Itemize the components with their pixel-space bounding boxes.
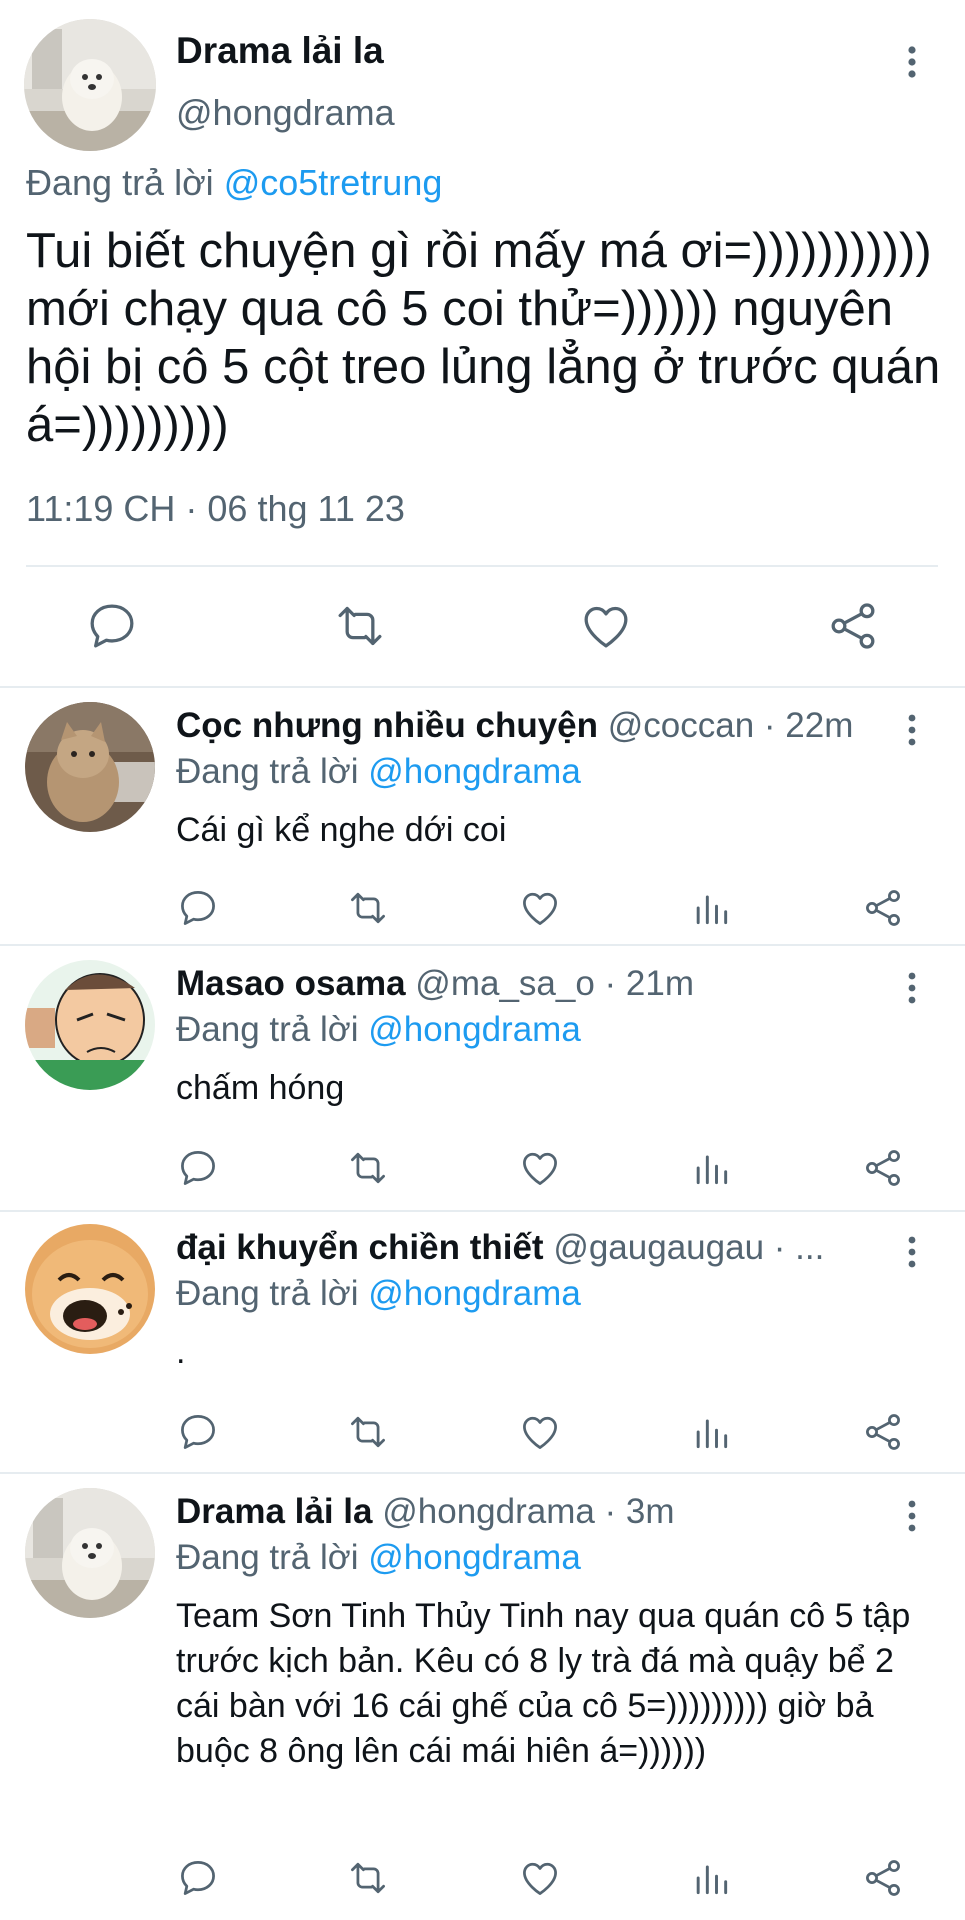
reply-header: Drama lải la @hongdrama · 3m [176, 1492, 866, 1532]
more-options-icon[interactable] [896, 970, 928, 1006]
reply-meta[interactable]: @coccan · 22m [608, 706, 854, 745]
more-options-icon[interactable] [896, 42, 928, 82]
reply-avatar[interactable] [25, 960, 155, 1090]
reply-author-name[interactable]: Drama lải la [176, 1492, 373, 1531]
divider [26, 565, 938, 567]
reply-icon[interactable] [84, 598, 140, 654]
author-avatar[interactable] [24, 19, 156, 151]
reply-meta[interactable]: @gaugaugau · ... [553, 1228, 824, 1267]
reply-icon[interactable] [176, 1146, 220, 1190]
author-name[interactable]: Drama lải la [176, 30, 384, 72]
replying-prefix: Đang trả lời [176, 752, 359, 791]
reply-tweet[interactable]: Masao osama @ma_sa_o · 21m Đang trả lời … [0, 948, 965, 1212]
share-icon[interactable] [861, 1410, 905, 1454]
reply-text: Cái gì kể nghe dới coi [176, 811, 507, 849]
retweet-icon[interactable] [346, 1146, 390, 1190]
retweet-icon[interactable] [332, 598, 388, 654]
replying-to-link[interactable]: @hongdrama [368, 1538, 581, 1577]
replying-to-link[interactable]: @hongdrama [368, 752, 581, 791]
share-icon[interactable] [861, 1856, 905, 1900]
reply-avatar[interactable] [25, 1488, 155, 1618]
like-icon[interactable] [518, 1856, 562, 1900]
like-icon[interactable] [518, 1146, 562, 1190]
reply-text: Team Sơn Tinh Thủy Tinh nay qua quán cô … [176, 1597, 911, 1770]
replying-prefix: Đang trả lời [26, 162, 214, 203]
reply-icon[interactable] [176, 886, 220, 930]
reply-author-name[interactable]: đại khuyển chiền thiết [176, 1228, 544, 1267]
reply-avatar[interactable] [25, 1224, 155, 1354]
replying-to-link[interactable]: @hongdrama [368, 1274, 581, 1313]
reply-avatar[interactable] [25, 702, 155, 832]
reply-meta[interactable]: @hongdrama · 3m [382, 1492, 674, 1531]
replying-to: Đang trả lời @co5tretrung [26, 162, 442, 204]
reply-tweet[interactable]: Cọc nhưng nhiều chuyện @coccan · 22m Đan… [0, 690, 965, 946]
reply-tweet[interactable]: Drama lải la @hongdrama · 3m Đang trả lờ… [0, 1476, 965, 1920]
like-icon[interactable] [518, 886, 562, 930]
reply-header: đại khuyển chiền thiết @gaugaugau · ... [176, 1228, 866, 1268]
tweet-timestamp[interactable]: 11:19 CH · 06 thg 11 23 [26, 488, 405, 530]
share-icon[interactable] [861, 886, 905, 930]
reply-text: chấm hóng [176, 1069, 345, 1107]
reply-author-name[interactable]: Masao osama [176, 964, 406, 1003]
replying-to: Đang trả lời @hongdrama [176, 1538, 581, 1578]
retweet-icon[interactable] [346, 1856, 390, 1900]
reply-meta[interactable]: @ma_sa_o · 21m [415, 964, 694, 1003]
reply-tweet[interactable]: đại khuyển chiền thiết @gaugaugau · ... … [0, 1212, 965, 1474]
replying-to-link[interactable]: @hongdrama [368, 1010, 581, 1049]
like-icon[interactable] [578, 598, 634, 654]
replying-to: Đang trả lời @hongdrama [176, 1010, 581, 1050]
author-handle[interactable]: @hongdrama [176, 92, 395, 134]
analytics-icon[interactable] [689, 886, 733, 930]
tweet-text: Tui biết chuyện gì rồi mấy má ơi=)))))))… [26, 224, 941, 452]
analytics-icon[interactable] [689, 1856, 733, 1900]
replying-to-link[interactable]: @co5tretrung [224, 162, 443, 203]
replying-to: Đang trả lời @hongdrama [176, 752, 581, 792]
more-options-icon[interactable] [896, 1498, 928, 1534]
reply-header: Cọc nhưng nhiều chuyện @coccan · 22m [176, 706, 866, 746]
reply-header: Masao osama @ma_sa_o · 21m [176, 964, 866, 1004]
replying-prefix: Đang trả lời [176, 1010, 359, 1049]
more-options-icon[interactable] [896, 712, 928, 748]
share-icon[interactable] [861, 1146, 905, 1190]
share-icon[interactable] [825, 598, 881, 654]
retweet-icon[interactable] [346, 1410, 390, 1454]
replying-prefix: Đang trả lời [176, 1538, 359, 1577]
reply-icon[interactable] [176, 1410, 220, 1454]
replying-to: Đang trả lời @hongdrama [176, 1274, 581, 1314]
reply-author-name[interactable]: Cọc nhưng nhiều chuyện [176, 706, 598, 745]
more-options-icon[interactable] [896, 1234, 928, 1270]
analytics-icon[interactable] [689, 1146, 733, 1190]
replying-prefix: Đang trả lời [176, 1274, 359, 1313]
reply-icon[interactable] [176, 1856, 220, 1900]
reply-text: . [176, 1333, 186, 1371]
analytics-icon[interactable] [689, 1410, 733, 1454]
like-icon[interactable] [518, 1410, 562, 1454]
main-tweet: Drama lải la @hongdrama Đang trả lời @co… [0, 0, 965, 688]
retweet-icon[interactable] [346, 886, 390, 930]
